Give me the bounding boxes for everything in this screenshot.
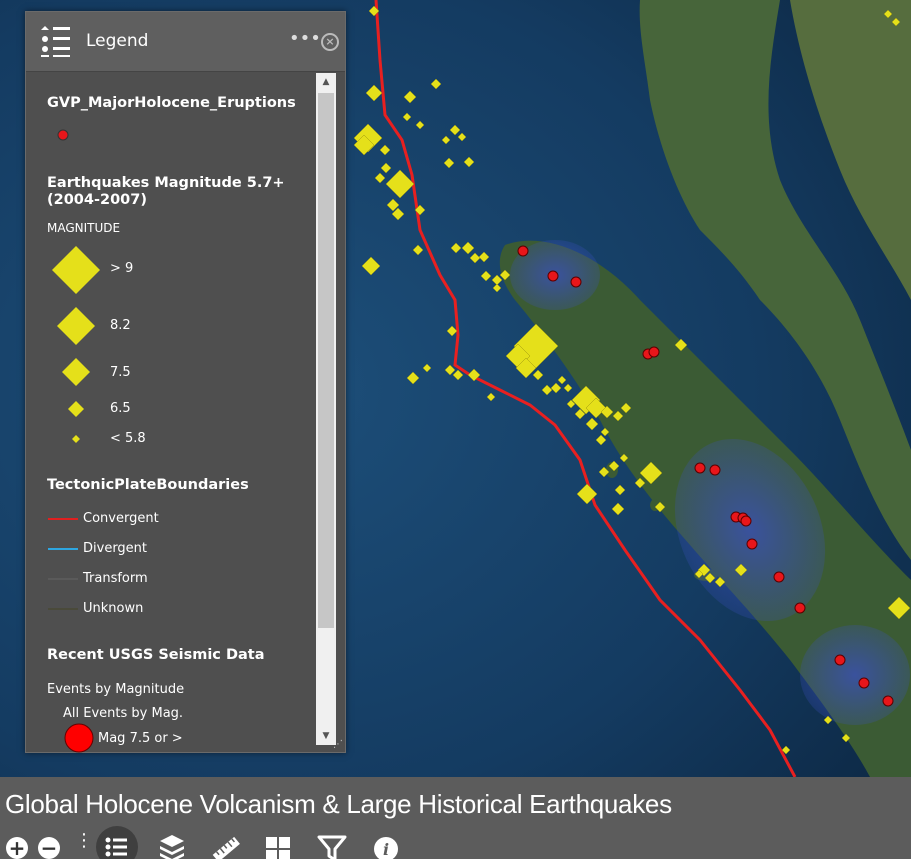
volcano-marker[interactable]: [740, 515, 752, 527]
magnitude-label: < 5.8: [110, 431, 146, 446]
layer-title-plates: TectonicPlateBoundaries: [47, 477, 249, 493]
layer-title-volcano: GVP_MajorHolocene_Eruptions: [47, 95, 296, 111]
scroll-thumb[interactable]: [318, 93, 334, 628]
resize-handle-icon[interactable]: ⋰: [333, 739, 343, 750]
diamond-icon-mag-5-8: [72, 435, 80, 443]
info-icon[interactable]: i: [368, 829, 404, 859]
diamond-icon-mag-7-5: [62, 358, 90, 386]
bottom-toolbar: Global Holocene Volcanism & Large Histor…: [0, 777, 911, 859]
scroll-up-icon[interactable]: ▲: [316, 73, 336, 91]
filter-icon[interactable]: [314, 829, 350, 859]
large-event-circle-icon: [64, 723, 94, 753]
unknown-line-swatch: [48, 608, 78, 610]
seismic-zone: [800, 625, 910, 725]
magnitude-label: 8.2: [110, 318, 131, 333]
legend-icon: [41, 26, 70, 57]
magnitude-label: 7.5: [110, 365, 131, 380]
legend-tool-button[interactable]: [96, 826, 138, 859]
volcano-marker[interactable]: [882, 695, 894, 707]
plate-label-divergent: Divergent: [83, 541, 148, 556]
volcano-marker[interactable]: [794, 602, 806, 614]
usgs-group-label: All Events by Mag.: [63, 706, 184, 721]
basemap-gallery-icon[interactable]: [260, 829, 296, 859]
legend-title: Legend: [86, 31, 149, 51]
volcano-marker[interactable]: [694, 462, 706, 474]
legend-content: GVP_MajorHolocene_Eruptions Earthquakes …: [26, 73, 316, 753]
usgs-item-label: Mag 7.5 or >: [98, 731, 183, 746]
svg-text:i: i: [383, 840, 389, 859]
magnitude-symbols: [52, 246, 100, 443]
volcano-marker[interactable]: [570, 276, 582, 288]
volcano-symbol-icon: [57, 129, 69, 141]
convergent-line-swatch: [48, 518, 78, 520]
volcano-marker[interactable]: [773, 571, 785, 583]
diamond-icon-mag-8-2: [57, 307, 95, 345]
plate-label-convergent: Convergent: [83, 511, 159, 526]
legend-scrollbar[interactable]: ▲ ▼: [316, 73, 336, 745]
layer-title-usgs: Recent USGS Seismic Data: [47, 647, 265, 663]
zoom-out-button[interactable]: −: [38, 837, 60, 859]
layer-subtitle-quakes: (2004-2007): [47, 192, 147, 208]
zoom-in-button[interactable]: +: [6, 837, 28, 859]
volcano-marker[interactable]: [517, 245, 529, 257]
legend-panel: Legend ••• × GVP_MajorHolocene_Eruptions…: [25, 11, 346, 753]
volcano-marker[interactable]: [648, 346, 660, 358]
plate-label-unknown: Unknown: [83, 601, 144, 616]
diamond-icon-mag-9: [52, 246, 100, 294]
legend-icon: [105, 837, 127, 857]
legend-header[interactable]: Legend ••• ×: [26, 12, 345, 72]
layer-title-quakes: Earthquakes Magnitude 5.7+: [47, 175, 285, 191]
volcano-marker[interactable]: [858, 677, 870, 689]
measure-icon[interactable]: [208, 829, 244, 859]
volcano-marker[interactable]: [547, 270, 559, 282]
divergent-line-swatch: [48, 548, 78, 550]
plate-label-transform: Transform: [83, 571, 148, 586]
volcano-marker[interactable]: [834, 654, 846, 666]
magnitude-label: 6.5: [110, 401, 131, 416]
app-title: Global Holocene Volcanism & Large Histor…: [5, 789, 672, 819]
more-options-icon[interactable]: •••: [289, 28, 321, 49]
close-icon[interactable]: ×: [321, 33, 339, 51]
diamond-icon-mag-6-5: [68, 401, 84, 417]
transform-line-swatch: [48, 578, 78, 580]
more-tools-icon[interactable]: ⋮: [75, 832, 93, 850]
magnitude-label: > 9: [110, 261, 134, 276]
volcano-marker[interactable]: [709, 464, 721, 476]
volcano-marker[interactable]: [746, 538, 758, 550]
layers-icon[interactable]: [154, 829, 190, 859]
usgs-subtitle: Events by Magnitude: [47, 682, 185, 697]
magnitude-caption: MAGNITUDE: [47, 221, 121, 235]
